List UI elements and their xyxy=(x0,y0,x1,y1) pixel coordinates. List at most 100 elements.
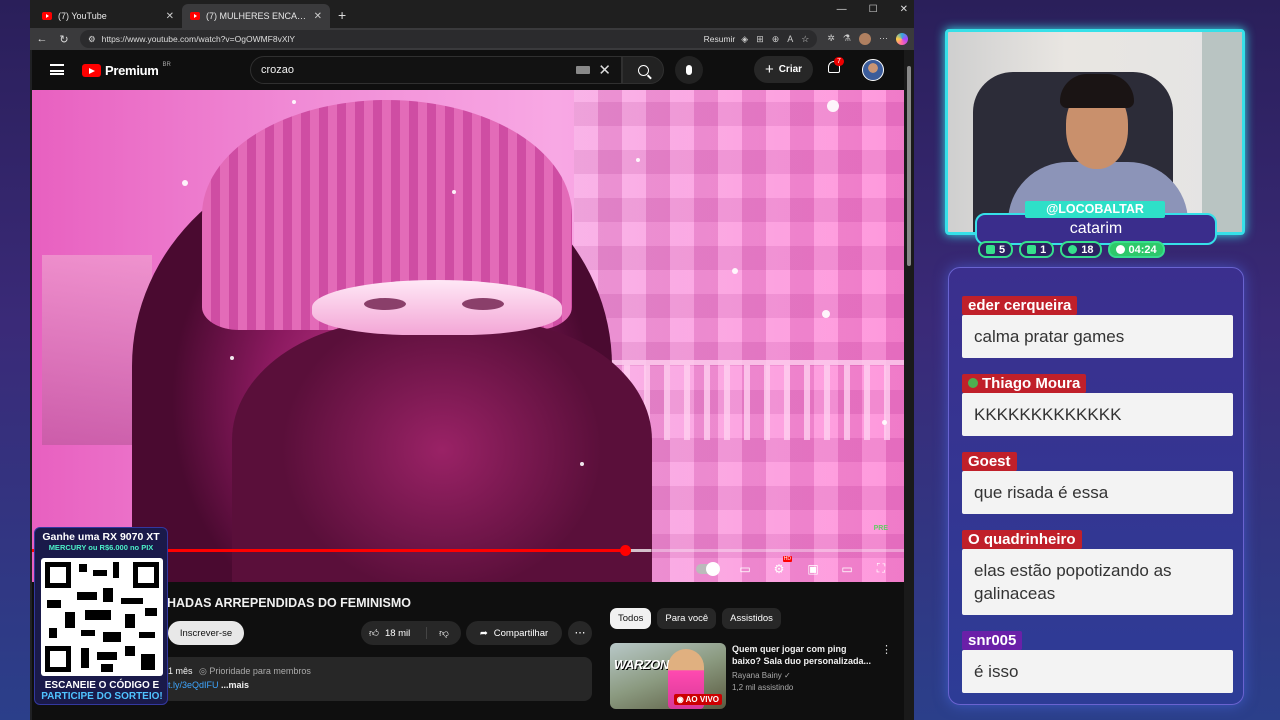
chat-message: Thiago Moura KKKKKKKKKKKKK xyxy=(962,374,1233,436)
zoom-icon[interactable]: ⊕ xyxy=(772,34,780,45)
video-watermark: PRE xyxy=(873,525,888,532)
youtube-icon xyxy=(1027,245,1037,254)
url-field[interactable]: ⚙ https://www.youtube.com/watch?v=OgOWMF… xyxy=(80,30,818,48)
clear-search-icon[interactable]: ✕ xyxy=(598,61,611,79)
qr-module xyxy=(145,608,157,616)
description-link[interactable]: t.ly/3eQdIFU xyxy=(168,680,219,690)
chat-text: é isso xyxy=(962,650,1233,693)
qr-module xyxy=(47,600,61,608)
scrollbar-thumb[interactable] xyxy=(907,66,911,266)
browser-toolbar: ✲ ⚗ ⋯ xyxy=(827,33,908,45)
tab-close-icon[interactable]: ✕ xyxy=(166,11,174,22)
chip-para-voce[interactable]: Para você xyxy=(657,608,717,629)
giveaway-subtitle: MERCURY ou R$6.000 no PIX xyxy=(48,543,154,552)
snow-flake xyxy=(452,190,456,194)
reload-icon[interactable]: ↻ xyxy=(58,33,70,46)
chat-text: KKKKKKKKKKKKK xyxy=(962,393,1233,436)
giveaway-title: Ganhe uma RX 9070 XT xyxy=(42,531,160,543)
timer-value: 04:24 xyxy=(1128,243,1157,256)
search-button[interactable] xyxy=(622,56,664,84)
tab-close-icon[interactable]: ✕ xyxy=(314,11,322,22)
resumir-button[interactable]: Resumir xyxy=(704,34,736,44)
account-avatar[interactable] xyxy=(862,59,884,81)
subtitles-icon[interactable]: ▭ xyxy=(736,562,754,576)
favorite-star-icon[interactable]: ☆ xyxy=(801,34,809,45)
new-tab-button[interactable]: + xyxy=(330,4,354,28)
back-icon[interactable]: ← xyxy=(36,33,48,45)
chat-message: eder cerqueira calma pratar games xyxy=(962,296,1233,358)
youtube-logo[interactable]: Premium BR xyxy=(82,62,171,78)
qr-module xyxy=(97,652,117,660)
extensions-icon[interactable]: ✲ xyxy=(827,33,835,45)
summary-icon[interactable]: ◈ xyxy=(741,34,748,45)
username-text: snr005 xyxy=(968,632,1017,649)
snow-flake xyxy=(182,180,188,186)
tab-youtube-home[interactable]: (7) YouTube ✕ xyxy=(34,4,182,28)
description-box[interactable]: 1 mês ◎ Prioridade para membros t.ly/3eQ… xyxy=(162,657,592,701)
recommendation-channel[interactable]: Rayana Bainy ✓ xyxy=(732,671,877,680)
more-actions-button[interactable]: ⋯ xyxy=(568,621,592,645)
recommendation-title[interactable]: Quem quer jogar com ping baixo? Sala duo… xyxy=(732,643,877,667)
clock-icon xyxy=(1115,245,1125,254)
maximize-icon[interactable]: ☐ xyxy=(869,4,878,15)
chip-assistidos[interactable]: Assistidos xyxy=(722,608,781,629)
chat-username: snr005 xyxy=(962,631,1023,650)
fullscreen-icon[interactable]: ⛶ xyxy=(872,561,890,576)
qr-module xyxy=(49,628,57,638)
apps-icon[interactable]: ⊞ xyxy=(756,34,764,45)
search-icon xyxy=(637,64,649,76)
qr-module xyxy=(79,564,87,572)
show-more-link[interactable]: ...mais xyxy=(221,680,249,690)
close-window-icon[interactable]: ✕ xyxy=(900,4,908,15)
stat-chat: 5 xyxy=(978,241,1014,258)
giveaway-cta-line2: PARTICIPE DO SORTEIO! xyxy=(41,691,163,702)
voice-search-button[interactable] xyxy=(675,56,703,84)
search-input[interactable]: crozao ✕ xyxy=(250,56,622,84)
snow-flake xyxy=(580,462,584,466)
copilot-icon[interactable] xyxy=(896,33,908,45)
notification-count-badge: 7 xyxy=(834,57,844,66)
site-info-icon[interactable]: ⚙ xyxy=(88,34,96,45)
share-button[interactable]: ➦ Compartilhar xyxy=(466,621,562,645)
stat-subs: 18 xyxy=(1060,241,1102,258)
like-button[interactable]: 👍︎ 18 mil xyxy=(361,627,427,639)
video-player[interactable]: PRE ▭ ⚙ HD ▣ ▭ ⛶ xyxy=(32,90,904,582)
menu-icon[interactable] xyxy=(50,64,64,75)
masthead: Premium BR crozao ✕ + Criar 7 xyxy=(32,50,904,90)
read-aloud-icon[interactable]: A xyxy=(787,34,793,45)
priority-text: Prioridade para membros xyxy=(209,666,311,676)
recommendation-menu-icon[interactable]: ⋮ xyxy=(881,643,892,656)
qr-code xyxy=(41,558,163,676)
more-menu-icon[interactable]: ⋯ xyxy=(879,33,888,45)
dislike-button[interactable]: 👎︎ xyxy=(427,627,461,639)
chat-username: Thiago Moura xyxy=(962,374,1087,393)
qr-module xyxy=(125,646,135,656)
profile-avatar[interactable] xyxy=(859,33,871,45)
theater-mode-icon[interactable]: ▭ xyxy=(838,562,856,576)
qr-module xyxy=(121,598,143,604)
autoplay-toggle[interactable] xyxy=(696,561,720,576)
tab-video[interactable]: (7) MULHERES ENCALHADAS ARR ✕ xyxy=(182,4,330,28)
video-veil xyxy=(232,320,652,582)
recommendation-thumbnail[interactable]: WARZONE ◉ AO VIVO xyxy=(610,643,726,709)
scrubber-handle[interactable] xyxy=(619,545,631,556)
create-button[interactable]: + Criar xyxy=(754,56,813,83)
snow-flake xyxy=(732,268,738,274)
minimize-icon[interactable]: — xyxy=(837,4,847,15)
qr-module xyxy=(85,610,111,620)
thumbs-down-icon: 👎︎ xyxy=(439,628,449,639)
collections-icon[interactable]: ⚗ xyxy=(843,33,851,45)
miniplayer-icon[interactable]: ▣ xyxy=(804,562,822,576)
members-icon xyxy=(1068,245,1078,254)
keyboard-icon[interactable] xyxy=(576,66,591,74)
stat-timer: 04:24 xyxy=(1107,241,1165,258)
hd-badge: HD xyxy=(782,555,792,562)
recommendation-item[interactable]: WARZONE ◉ AO VIVO Quem quer jogar com pi… xyxy=(610,643,892,709)
chat-icon xyxy=(986,245,995,254)
chip-todos[interactable]: Todos xyxy=(610,608,652,629)
qr-module xyxy=(139,632,155,638)
settings-gear-icon[interactable]: ⚙ HD xyxy=(770,555,792,576)
page-scrollbar[interactable] xyxy=(904,50,914,720)
youtube-logo-icon xyxy=(82,64,101,77)
subscribe-button[interactable]: Inscrever-se xyxy=(168,621,244,645)
